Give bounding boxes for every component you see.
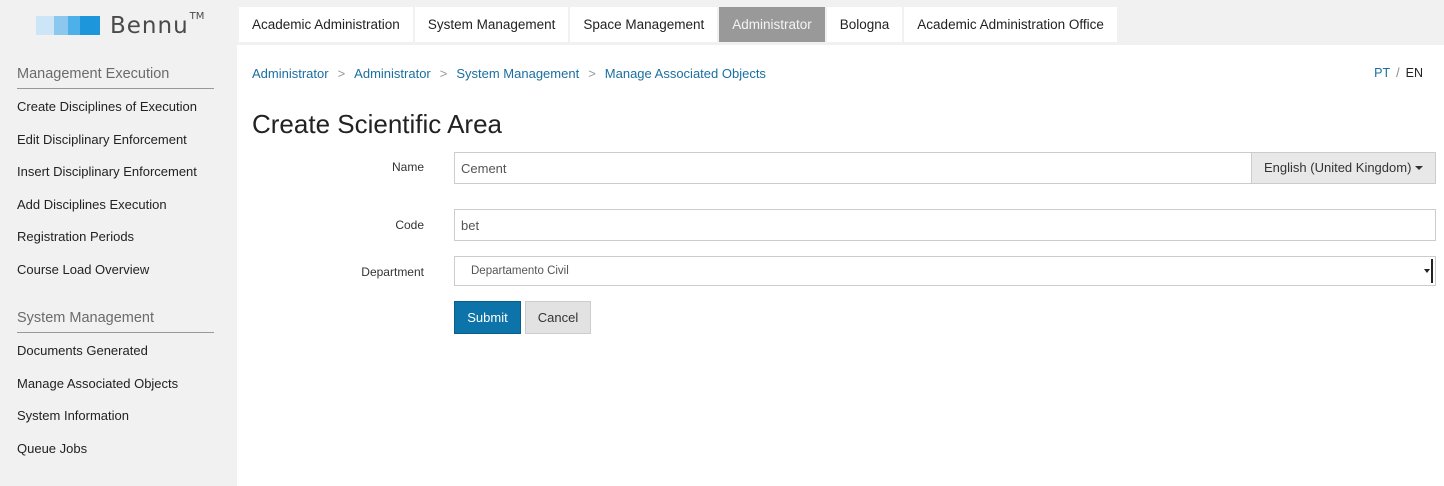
sidebar-section-management-execution: Management Execution Create Disciplines … [17, 66, 214, 287]
code-input[interactable] [454, 209, 1436, 241]
breadcrumb-item[interactable]: System Management [456, 66, 579, 81]
name-input[interactable] [454, 152, 1251, 184]
breadcrumb: Administrator > Administrator > System M… [252, 66, 766, 81]
language-en-link[interactable]: EN [1406, 66, 1423, 80]
breadcrumb-separator: > [588, 66, 596, 81]
language-separator: / [1396, 66, 1400, 80]
department-selected-value: Departamento Civil [471, 265, 569, 277]
caret-down-icon [1415, 165, 1424, 170]
name-label: Name [391, 160, 424, 174]
bennu-logo[interactable]: Bennu TM [36, 10, 205, 39]
logo-text: Bennu [110, 13, 189, 39]
sidebar-item-manage-associated-objects[interactable]: Manage Associated Objects [17, 368, 214, 401]
code-label: Code [395, 218, 424, 232]
sidebar-item-documents-generated[interactable]: Documents Generated [17, 335, 214, 368]
sidebar-item-system-information[interactable]: System Information [17, 400, 214, 433]
name-language-label: English (United Kingdom) [1264, 160, 1412, 175]
breadcrumb-item[interactable]: Administrator [252, 66, 329, 81]
page-title: Create Scientific Area [252, 109, 503, 139]
select-arrow-icon [1424, 259, 1433, 283]
breadcrumb-item[interactable]: Manage Associated Objects [605, 66, 766, 81]
language-switch: PT / EN [1374, 66, 1423, 80]
logo-blocks-icon [36, 15, 100, 35]
breadcrumb-item[interactable]: Administrator [354, 66, 431, 81]
breadcrumb-separator: > [337, 66, 346, 81]
sidebar-item-edit-disciplinary[interactable]: Edit Disciplinary Enforcement [17, 124, 214, 157]
breadcrumb-separator: > [439, 66, 448, 81]
sidebar-heading: Management Execution [17, 66, 214, 89]
sidebar-item-create-disciplines[interactable]: Create Disciplines of Execution [17, 91, 214, 124]
sidebar-item-add-disciplines[interactable]: Add Disciplines Execution [17, 189, 214, 222]
sidebar-item-registration-periods[interactable]: Registration Periods [17, 221, 214, 254]
submit-button[interactable]: Submit [454, 301, 521, 334]
department-select[interactable]: Departamento Civil [454, 256, 1436, 286]
sidebar-item-course-load[interactable]: Course Load Overview [17, 254, 214, 287]
top-navigation: Academic Administration System Managemen… [237, 0, 1444, 45]
sidebar-item-insert-disciplinary[interactable]: Insert Disciplinary Enforcement [17, 156, 214, 189]
name-language-dropdown[interactable]: English (United Kingdom) [1251, 152, 1436, 184]
tab-bologna[interactable]: Bologna [826, 7, 903, 42]
sidebar-section-system-management: System Management Documents Generated Ma… [17, 310, 214, 465]
tab-administrator[interactable]: Administrator [719, 7, 825, 42]
sidebar-heading: System Management [17, 310, 214, 333]
sidebar-item-queue-jobs[interactable]: Queue Jobs [17, 433, 214, 466]
department-label: Department [361, 265, 424, 279]
tab-academic-administration[interactable]: Academic Administration [239, 7, 413, 42]
logo-trademark: TM [189, 10, 205, 22]
cancel-button[interactable]: Cancel [525, 301, 591, 334]
tab-academic-administration-office[interactable]: Academic Administration Office [904, 7, 1117, 42]
language-pt-link[interactable]: PT [1374, 66, 1390, 80]
tab-space-management[interactable]: Space Management [570, 7, 718, 42]
sidebar: Bennu TM Management Execution Create Dis… [0, 0, 237, 486]
tab-system-management[interactable]: System Management [414, 7, 569, 42]
